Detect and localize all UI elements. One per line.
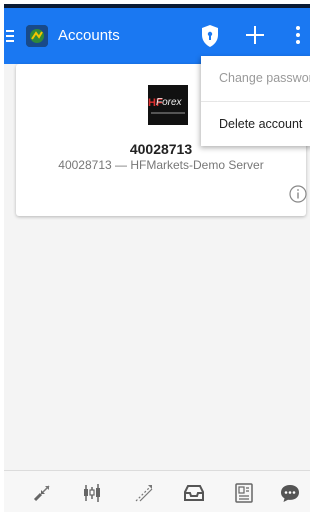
journal-icon[interactable]	[232, 481, 256, 505]
chart-icon[interactable]	[80, 481, 104, 505]
bottom-navigation	[4, 470, 310, 512]
messages-icon[interactable]	[278, 481, 302, 505]
info-icon[interactable]	[289, 185, 307, 203]
shield-icon[interactable]	[200, 24, 220, 48]
trade-icon[interactable]	[132, 481, 156, 505]
broker-logo: HF Forex	[148, 85, 188, 125]
app-window: Accounts HF Forex 40028713 40028713 — HFM…	[4, 4, 310, 512]
app-logo-icon	[26, 25, 48, 47]
quotes-icon[interactable]	[30, 481, 54, 505]
history-icon[interactable]	[182, 481, 206, 505]
delete-account-menu-item[interactable]: Delete account	[201, 102, 310, 146]
hamburger-menu-icon[interactable]	[6, 30, 14, 42]
change-password-menu-item[interactable]: Change password	[201, 56, 310, 100]
overflow-menu: Change password Delete account	[201, 56, 310, 146]
plus-icon[interactable]	[243, 23, 267, 47]
page-title: Accounts	[58, 27, 120, 44]
more-vert-icon[interactable]	[294, 26, 302, 48]
account-server: 40028713 — HFMarkets-Demo Server	[58, 158, 264, 172]
